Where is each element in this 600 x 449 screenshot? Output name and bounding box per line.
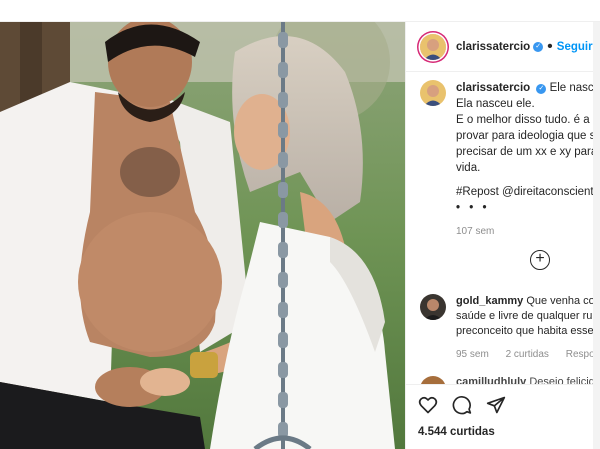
avatar-image [420, 294, 446, 320]
comment-line-1: Que venha cor [526, 295, 599, 307]
likes-count[interactable]: 4.544 curtidas [418, 426, 600, 438]
post-caption: clarissatercio ✓ Ele nasceu e Ela nasceu… [420, 80, 600, 240]
scrollbar[interactable] [593, 22, 600, 449]
commenter-username[interactable]: gold_kammy [456, 295, 523, 307]
heart-icon[interactable] [418, 395, 438, 415]
caption-username[interactable]: clarissatercio [456, 82, 530, 94]
comment-meta: 95 sem 2 curtidas Responder [456, 347, 600, 362]
caption-hashtag[interactable]: #Repost @direitaconsciente [456, 184, 600, 200]
caption-line-5: precisar de um xx e xy para g [456, 146, 600, 158]
share-icon[interactable] [486, 395, 506, 415]
caption-text: clarissatercio ✓ Ele nasceu e Ela nasceu… [456, 80, 600, 240]
avatar-image [420, 33, 446, 60]
top-strip [0, 0, 600, 22]
caption-line-2: Ela nasceu ele. [456, 98, 535, 110]
caption-more-dots: • • • [456, 202, 490, 214]
comment-line-3: preconceito que habita esse [456, 325, 594, 337]
author-username[interactable]: clarissatercio [456, 41, 530, 53]
caption-avatar[interactable] [420, 80, 446, 106]
header-separator: • [547, 37, 553, 55]
post-photo[interactable] [0, 22, 405, 449]
avatar-image [420, 80, 446, 106]
verified-badge-icon: ✓ [536, 84, 547, 94]
commenter-avatar[interactable] [420, 294, 446, 320]
caption-line-6: vida. [456, 162, 481, 174]
verified-badge-icon: ✓ [533, 41, 544, 52]
post-side-panel: clarissatercio ✓ • Seguir clarissatercio [405, 22, 600, 449]
action-icons [418, 390, 600, 420]
comment-item: gold_kammy Que venha cor saúde e livre d… [420, 294, 600, 362]
photo-illustration [0, 22, 405, 449]
comment-text: gold_kammy Que venha cor saúde e livre d… [456, 294, 600, 362]
instagram-post-modal: clarissatercio ✓ • Seguir clarissatercio [0, 0, 600, 449]
plus-circle-icon[interactable]: + [530, 250, 550, 270]
follow-button[interactable]: Seguir [557, 41, 593, 53]
comment-icon[interactable] [452, 395, 472, 415]
comment-line-2: saúde e livre de qualquer rui [456, 310, 595, 322]
comment-likes[interactable]: 2 curtidas [506, 349, 549, 360]
caption-line-4: provar para ideologia que se [456, 130, 600, 142]
post-actions: 4.544 curtidas [406, 384, 600, 449]
post-header: clarissatercio ✓ • Seguir [406, 22, 600, 72]
author-avatar[interactable] [420, 33, 446, 60]
comment-time[interactable]: 95 sem [456, 349, 489, 360]
caption-line-3: E o melhor disso tudo. é a bi [456, 114, 600, 126]
caption-time[interactable]: 107 sem [456, 224, 600, 240]
